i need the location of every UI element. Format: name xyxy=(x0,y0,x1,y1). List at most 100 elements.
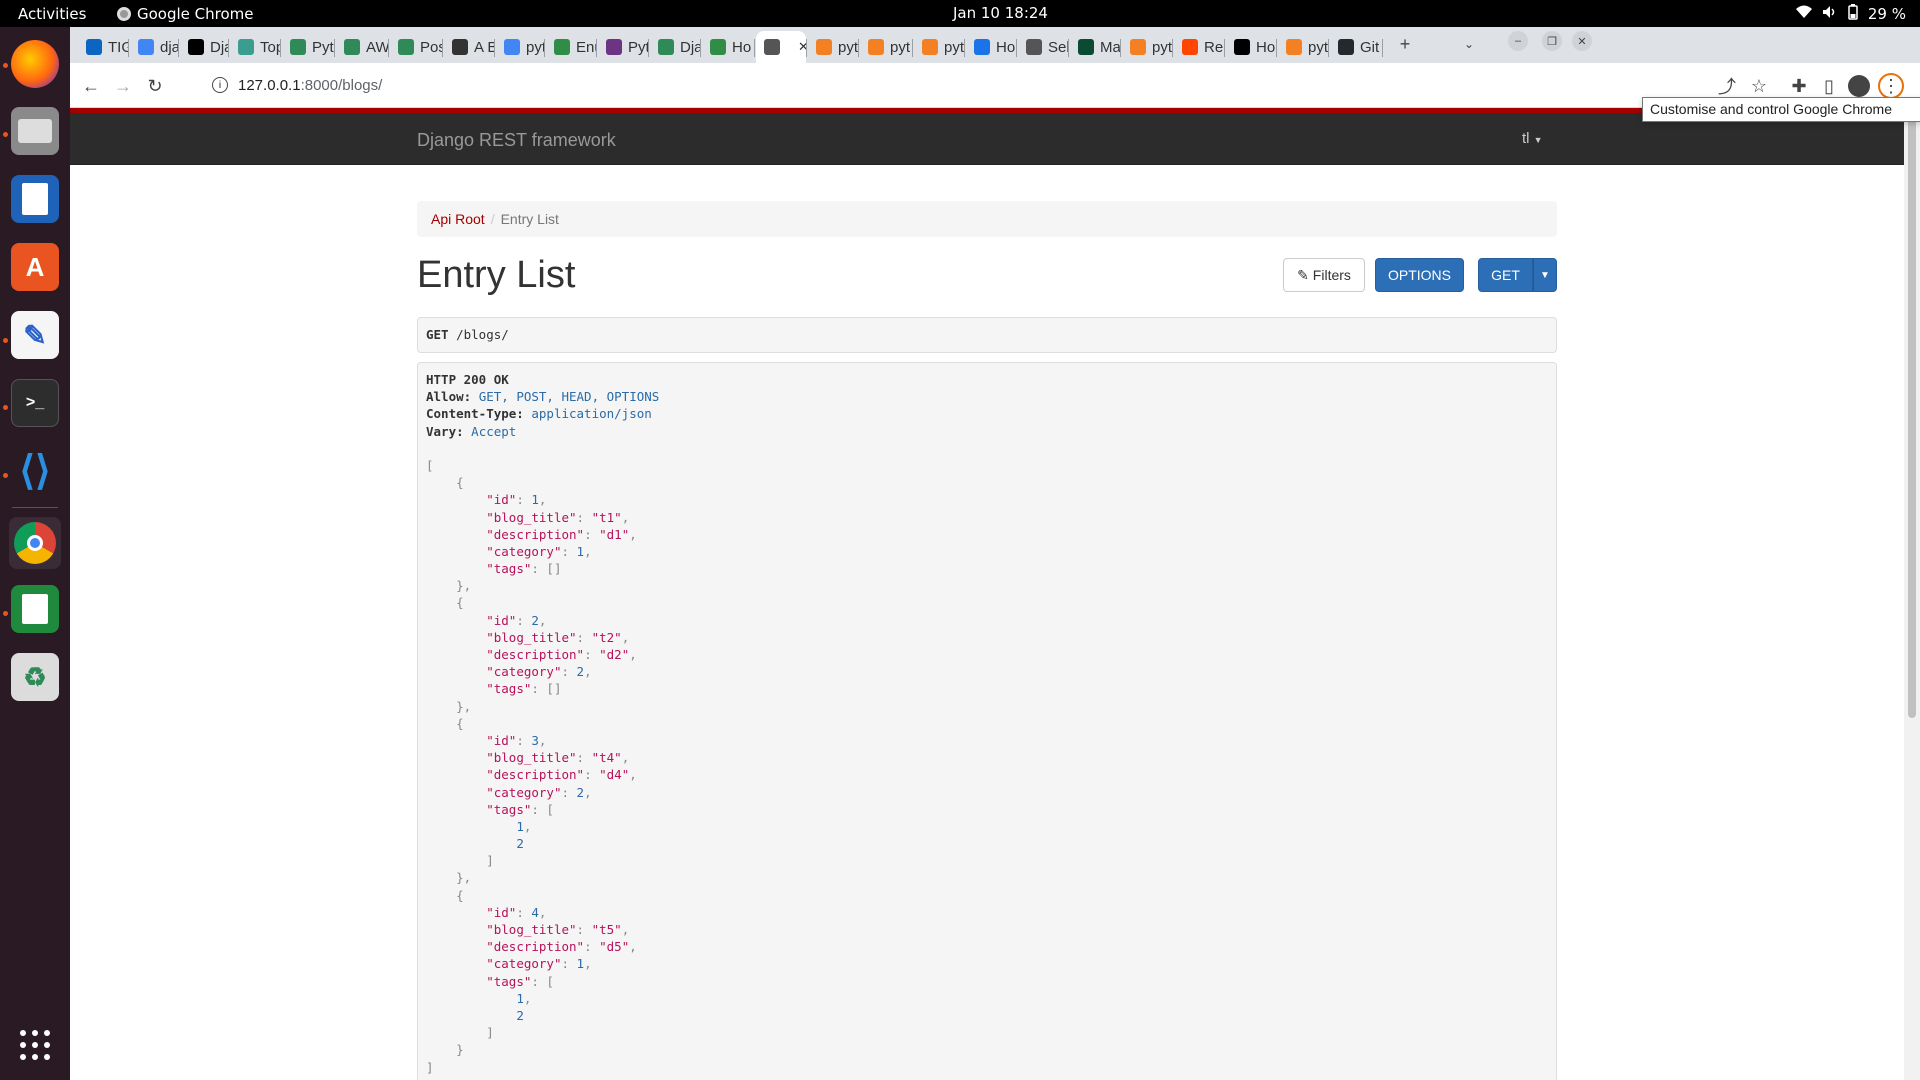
code-token: "id" xyxy=(486,732,517,748)
tab[interactable]: Dja xyxy=(180,31,228,63)
get-button[interactable]: GET xyxy=(1478,258,1533,292)
tab[interactable]: Pos xyxy=(390,31,442,63)
new-tab-icon[interactable]: + xyxy=(1392,31,1418,57)
tab[interactable]: Rep xyxy=(1174,31,1224,63)
bookmark-star-icon[interactable]: ☆ xyxy=(1746,73,1772,99)
writer-icon[interactable] xyxy=(11,175,59,223)
chrome-window: TIG dja Dja Top Pyt AW Pos A B pyt Enu Pyt Dja Ho ✕ py… xyxy=(70,27,1920,1080)
filters-button[interactable]: ✎ Filters xyxy=(1283,258,1365,292)
trash-icon[interactable]: ♻ xyxy=(11,653,59,701)
tab[interactable]: pyt xyxy=(914,31,964,63)
tab[interactable]: TIG xyxy=(78,31,128,63)
activities-button[interactable]: Activities xyxy=(18,5,86,23)
side-panel-icon[interactable]: ▯ xyxy=(1816,73,1842,99)
medium-icon xyxy=(1234,39,1250,55)
app-center-icon[interactable]: A xyxy=(11,243,59,291)
tab[interactable]: pyt xyxy=(860,31,912,63)
tab[interactable]: pyt xyxy=(808,31,858,63)
chrome-menu-icon[interactable]: ⋮ xyxy=(1878,73,1904,99)
code-token: "tags" xyxy=(486,681,532,697)
app-menu[interactable]: Google Chrome xyxy=(117,5,254,23)
tab-search-icon[interactable]: ⌄ xyxy=(1456,31,1482,57)
chrome-dock-icon[interactable] xyxy=(9,517,61,569)
tab[interactable]: pyt xyxy=(1278,31,1328,63)
code-token: { xyxy=(426,475,464,491)
response-info: HTTP 200 OK Allow: GET, POST, HEAD, OPTIO… xyxy=(417,362,1557,1080)
tab[interactable]: Git xyxy=(1330,31,1382,63)
tab[interactable]: Ho xyxy=(1226,31,1276,63)
options-button[interactable]: OPTIONS xyxy=(1375,258,1464,292)
close-tab-icon[interactable]: ✕ xyxy=(798,39,806,55)
chrome-small-icon xyxy=(117,7,131,21)
tab[interactable]: pyt xyxy=(496,31,544,63)
breadcrumb-api-root[interactable]: Api Root xyxy=(431,211,485,227)
code-token: HTTP 200 OK xyxy=(426,372,509,387)
json-field: "tags": [ xyxy=(426,801,1548,818)
reload-icon[interactable]: ↻ xyxy=(142,73,168,99)
info-icon[interactable]: i xyxy=(212,77,228,93)
tab-divider xyxy=(1068,39,1069,57)
calc-icon[interactable] xyxy=(11,585,59,633)
firefox-icon[interactable] xyxy=(11,40,59,88)
extensions-icon[interactable]: ✚ xyxy=(1786,73,1812,99)
tab[interactable]: Enu xyxy=(546,31,596,63)
tab-label: Pyt xyxy=(628,38,648,56)
tab[interactable]: pyt xyxy=(1122,31,1172,63)
maximize-icon[interactable]: ❐ xyxy=(1542,31,1562,51)
code-token: : xyxy=(576,922,592,937)
text-editor-icon[interactable]: ✎ xyxy=(11,311,59,359)
minimize-icon[interactable]: – xyxy=(1508,31,1528,51)
back-icon[interactable]: ← xyxy=(78,73,104,99)
share-icon[interactable]: ⤴ xyxy=(1714,73,1740,99)
tab-divider xyxy=(280,39,281,57)
close-window-icon[interactable]: ✕ xyxy=(1572,31,1592,51)
tab[interactable]: AW xyxy=(336,31,388,63)
code-token: , xyxy=(629,939,637,955)
get-format-dropdown[interactable]: ▼ xyxy=(1533,258,1557,292)
code-token: "d4" xyxy=(599,767,630,783)
tab[interactable]: Top xyxy=(230,31,280,63)
user-dropdown[interactable]: tl ▼ xyxy=(1522,130,1543,147)
files-icon[interactable] xyxy=(11,107,59,155)
code-token: "t1" xyxy=(591,509,622,525)
code-token: "tags" xyxy=(486,561,532,577)
tab[interactable]: Sel xyxy=(1018,31,1068,63)
tab-divider xyxy=(388,39,389,57)
code-token: : xyxy=(516,732,532,748)
show-apps-icon[interactable] xyxy=(11,1021,59,1069)
scrollbar-thumb[interactable] xyxy=(1908,118,1916,718)
clock[interactable]: Jan 10 18:24 xyxy=(953,4,1048,22)
url-host: 127.0.0.1 xyxy=(238,76,301,94)
vscode-icon[interactable]: ⟨⟩ xyxy=(11,447,59,495)
tab-divider xyxy=(964,39,965,57)
terminal-icon[interactable]: >_ xyxy=(11,379,59,427)
json-field: "blog_title": "t4", xyxy=(426,749,1548,766)
code-token: , xyxy=(621,509,630,525)
forward-icon[interactable]: → xyxy=(110,73,136,99)
tab[interactable]: ✕ xyxy=(756,31,806,63)
running-indicator xyxy=(3,132,8,137)
drf-brand[interactable]: Django REST framework xyxy=(417,130,616,151)
code-token: "blog_title" xyxy=(486,509,577,525)
tab[interactable]: dja xyxy=(130,31,178,63)
tab[interactable]: Ma xyxy=(1070,31,1120,63)
tab[interactable]: A B xyxy=(444,31,494,63)
json-array-item: 1, xyxy=(426,990,1548,1007)
tab-divider xyxy=(858,39,859,57)
tab-label: Pos xyxy=(420,38,442,56)
code-token: , xyxy=(538,732,547,748)
tab[interactable]: Ho xyxy=(702,31,754,63)
code-token: Content-Type: xyxy=(426,406,524,422)
page-scrollbar[interactable] xyxy=(1904,108,1920,1080)
code-token: "description" xyxy=(486,767,585,783)
tab[interactable]: Ho xyxy=(966,31,1016,63)
tab[interactable]: Pyt xyxy=(598,31,648,63)
address-bar[interactable]: i 127.0.0.1:8000/blogs/ xyxy=(212,70,382,100)
json-field: "blog_title": "t2", xyxy=(426,629,1548,646)
tab[interactable]: Pyt xyxy=(282,31,334,63)
tab[interactable]: Dja xyxy=(650,31,700,63)
system-tray[interactable]: 29 % xyxy=(1795,4,1906,24)
profile-avatar-icon[interactable] xyxy=(1846,73,1872,99)
